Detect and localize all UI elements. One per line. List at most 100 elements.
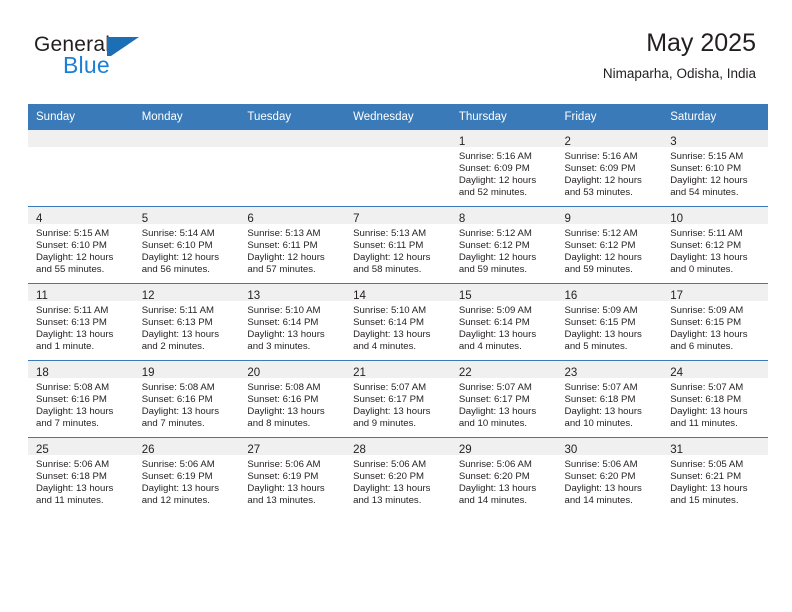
calendar-day-cell[interactable]: 27 Sunrise: 5:06 AM Sunset: 6:19 PM Dayligh… — [239, 437, 346, 514]
day-details: Sunrise: 5:08 AM Sunset: 6:16 PM Daylight:… — [28, 378, 134, 430]
day-number-band: 4 — [28, 207, 134, 225]
sunset-text: Sunset: 6:11 PM — [247, 240, 318, 252]
calendar-day-cell[interactable]: 16 Sunrise: 5:09 AM Sunset: 6:15 PM Dayligh… — [556, 283, 663, 361]
day-number: 3 — [670, 136, 677, 148]
calendar-day-cell[interactable]: 12 Sunrise: 5:11 AM Sunset: 6:13 PM Dayligh… — [133, 283, 240, 361]
calendar-day-cell[interactable]: 26 Sunrise: 5:06 AM Sunset: 6:19 PM Dayligh… — [133, 437, 240, 514]
day-details — [345, 147, 451, 151]
sunset-text: Sunset: 6:12 PM — [458, 240, 530, 252]
daylight-text-line2: and 1 minute. — [36, 341, 95, 353]
calendar-day-cell[interactable]: 28 Sunrise: 5:06 AM Sunset: 6:20 PM Dayligh… — [345, 437, 451, 514]
day-details: Sunrise: 5:07 AM Sunset: 6:18 PM Daylight:… — [557, 378, 663, 430]
daylight-text-line2: and 11 minutes. — [36, 495, 104, 507]
day-number-band: 25 — [28, 438, 134, 456]
day-cell-inner: 15 Sunrise: 5:09 AM Sunset: 6:14 PM Dayligh… — [450, 284, 557, 360]
day-number: 20 — [247, 367, 261, 379]
calendar-day-cell[interactable]: 4 Sunrise: 5:15 AM Sunset: 6:10 PM Daylight… — [28, 206, 134, 284]
calendar-day-cell-empty — [345, 130, 451, 207]
daylight-text-line1: Daylight: 13 hours — [247, 483, 325, 495]
calendar-day-cell[interactable]: 5 Sunrise: 5:14 AM Sunset: 6:10 PM Daylight… — [133, 206, 240, 284]
calendar-day-cell[interactable]: 13 Sunrise: 5:10 AM Sunset: 6:14 PM Dayligh… — [239, 283, 346, 361]
sunrise-text: Sunrise: 5:06 AM — [353, 459, 427, 470]
calendar-day-cell[interactable]: 20 Sunrise: 5:08 AM Sunset: 6:16 PM Dayligh… — [239, 360, 346, 438]
day-number-band: 14 — [345, 284, 451, 302]
daylight-text-line2: and 5 minutes. — [564, 341, 628, 353]
calendar-day-cell[interactable]: 18 Sunrise: 5:08 AM Sunset: 6:16 PM Dayligh… — [28, 360, 134, 438]
day-number: 25 — [36, 444, 49, 456]
day-cell-inner: 22 Sunrise: 5:07 AM Sunset: 6:17 PM Dayligh… — [450, 361, 557, 437]
calendar-day-cell[interactable]: 8 Sunrise: 5:12 AM Sunset: 6:12 PM Daylight… — [450, 206, 557, 284]
calendar-day-cell[interactable]: 11 Sunrise: 5:11 AM Sunset: 6:13 PM Dayligh… — [28, 283, 134, 361]
calendar-day-cell[interactable]: 6 Sunrise: 5:13 AM Sunset: 6:11 PM Daylight… — [239, 206, 346, 284]
page-subtitle: Nimaparha, Odisha, India — [602, 66, 756, 81]
sunset-text: Sunset: 6:19 PM — [247, 471, 319, 483]
day-number-band: 19 — [133, 361, 240, 379]
sunrise-text: Sunrise: 5:11 AM — [670, 228, 743, 239]
calendar-day-cell[interactable]: 22 Sunrise: 5:07 AM Sunset: 6:17 PM Dayligh… — [450, 360, 557, 438]
calendar-day-cell[interactable]: 17 Sunrise: 5:09 AM Sunset: 6:15 PM Dayligh… — [662, 283, 768, 361]
sunset-text: Sunset: 6:10 PM — [670, 163, 742, 175]
sunset-text: Sunset: 6:20 PM — [353, 471, 425, 483]
calendar-day-cell[interactable]: 3 Sunrise: 5:15 AM Sunset: 6:10 PM Daylight… — [662, 130, 768, 207]
daylight-text-line1: Daylight: 12 hours — [458, 252, 537, 264]
sunset-text: Sunset: 6:16 PM — [247, 394, 319, 406]
brand-logo[interactable]: General Blue — [34, 34, 164, 84]
calendar-day-cell[interactable]: 29 Sunrise: 5:06 AM Sunset: 6:20 PM Dayligh… — [450, 437, 557, 514]
calendar-week-row: 25 Sunrise: 5:06 AM Sunset: 6:18 PM Dayligh… — [28, 437, 768, 514]
sunrise-text: Sunrise: 5:07 AM — [353, 382, 427, 393]
sunrise-text: Sunrise: 5:12 AM — [458, 228, 532, 239]
day-number: 8 — [458, 213, 466, 225]
day-number-band: 12 — [133, 284, 240, 302]
day-details: Sunrise: 5:12 AM Sunset: 6:12 PM Daylight:… — [451, 224, 557, 276]
sunset-text: Sunset: 6:15 PM — [564, 317, 636, 329]
day-number: 31 — [670, 444, 684, 456]
day-number: 30 — [564, 444, 578, 456]
sunset-text: Sunset: 6:11 PM — [353, 240, 424, 252]
day-cell-inner: 23 Sunrise: 5:07 AM Sunset: 6:18 PM Dayligh… — [556, 361, 663, 437]
day-number: 24 — [670, 367, 684, 379]
triangle-flag-icon — [107, 37, 139, 56]
day-cell-inner: 21 Sunrise: 5:07 AM Sunset: 6:17 PM Dayligh… — [345, 361, 451, 437]
day-number-band: 13 — [239, 284, 346, 302]
calendar-day-cell[interactable]: 9 Sunrise: 5:12 AM Sunset: 6:12 PM Daylight… — [556, 206, 663, 284]
daylight-text-line2: and 0 minutes. — [670, 264, 734, 276]
day-number-band: 27 — [239, 438, 346, 456]
calendar-day-cell[interactable]: 7 Sunrise: 5:13 AM Sunset: 6:11 PM Daylight… — [345, 206, 451, 284]
daylight-text-line1: Daylight: 12 hours — [141, 252, 220, 264]
day-number: 18 — [36, 367, 49, 379]
day-number: 12 — [141, 290, 155, 302]
sunset-text: Sunset: 6:21 PM — [670, 471, 742, 483]
sunrise-text: Sunrise: 5:15 AM — [670, 151, 744, 162]
calendar-day-cell[interactable]: 14 Sunrise: 5:10 AM Sunset: 6:14 PM Dayligh… — [345, 283, 451, 361]
calendar-day-cell[interactable]: 31 Sunrise: 5:05 AM Sunset: 6:21 PM Dayligh… — [662, 437, 768, 514]
calendar-day-cell[interactable]: 21 Sunrise: 5:07 AM Sunset: 6:17 PM Dayligh… — [345, 360, 451, 438]
day-details: Sunrise: 5:06 AM Sunset: 6:18 PM Daylight:… — [28, 455, 134, 507]
calendar-day-cell[interactable]: 1 Sunrise: 5:16 AM Sunset: 6:09 PM Daylight… — [450, 130, 557, 207]
sunset-text: Sunset: 6:19 PM — [141, 471, 213, 483]
day-cell-inner — [239, 130, 346, 206]
calendar-day-cell[interactable]: 24 Sunrise: 5:07 AM Sunset: 6:18 PM Dayligh… — [662, 360, 768, 438]
calendar-day-cell[interactable]: 19 Sunrise: 5:08 AM Sunset: 6:16 PM Dayligh… — [133, 360, 240, 438]
day-cell-inner: 4 Sunrise: 5:15 AM Sunset: 6:10 PM Daylight… — [28, 207, 134, 283]
sunset-text: Sunset: 6:10 PM — [141, 240, 213, 252]
day-number-band: 18 — [28, 361, 134, 379]
calendar-day-cell[interactable]: 10 Sunrise: 5:11 AM Sunset: 6:12 PM Dayligh… — [662, 206, 768, 284]
sunrise-text: Sunrise: 5:06 AM — [247, 459, 321, 470]
calendar-day-cell[interactable]: 25 Sunrise: 5:06 AM Sunset: 6:18 PM Dayligh… — [28, 437, 134, 514]
calendar-day-cell[interactable]: 23 Sunrise: 5:07 AM Sunset: 6:18 PM Dayligh… — [556, 360, 663, 438]
sunrise-text: Sunrise: 5:13 AM — [247, 228, 321, 239]
daylight-text-line1: Daylight: 12 hours — [564, 175, 642, 187]
calendar-day-cell[interactable]: 2 Sunrise: 5:16 AM Sunset: 6:09 PM Daylight… — [556, 130, 663, 207]
daylight-text-line2: and 59 minutes. — [458, 264, 528, 276]
day-cell-inner: 19 Sunrise: 5:08 AM Sunset: 6:16 PM Dayligh… — [133, 361, 240, 437]
calendar-day-cell[interactable]: 30 Sunrise: 5:06 AM Sunset: 6:20 PM Dayligh… — [556, 437, 663, 514]
calendar-table: Sunday Monday Tuesday Wednesday Thursday… — [28, 104, 768, 514]
day-number-band: 9 — [556, 207, 663, 225]
daylight-text-line1: Daylight: 12 hours — [247, 252, 325, 264]
day-cell-inner: 3 Sunrise: 5:15 AM Sunset: 6:10 PM Daylight… — [662, 130, 768, 206]
day-details: Sunrise: 5:06 AM Sunset: 6:19 PM Daylight:… — [239, 455, 345, 507]
calendar-day-cell[interactable]: 15 Sunrise: 5:09 AM Sunset: 6:14 PM Dayligh… — [450, 283, 557, 361]
sunset-text: Sunset: 6:14 PM — [353, 317, 425, 329]
calendar-page: General Blue May 2025 Nimaparha, Odisha,… — [0, 0, 792, 612]
day-number: 15 — [458, 290, 472, 302]
